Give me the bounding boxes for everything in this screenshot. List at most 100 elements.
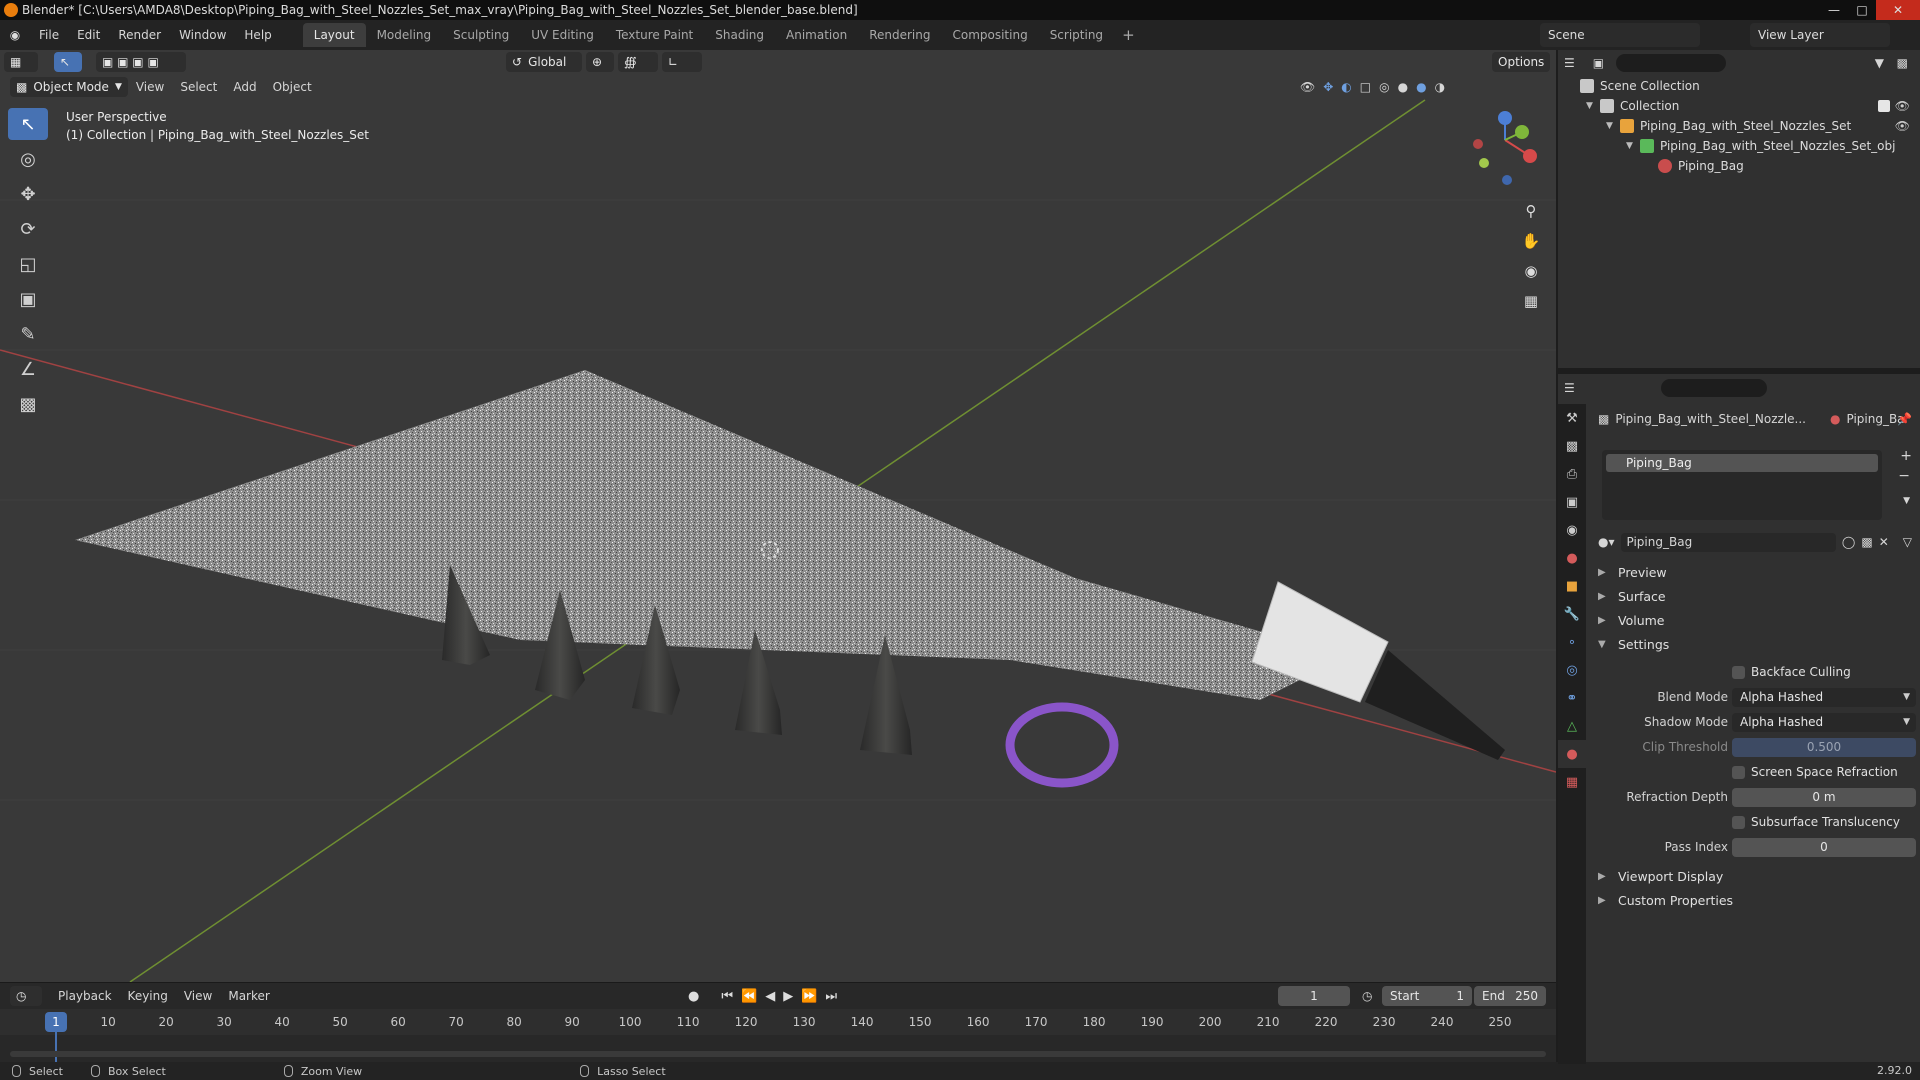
- tool-tab-icon[interactable]: ⚒: [1558, 404, 1586, 432]
- properties-editor-type-icon[interactable]: ☰: [1564, 381, 1575, 395]
- eye-icon[interactable]: 👁: [1895, 99, 1910, 113]
- properties-search-input[interactable]: [1660, 379, 1767, 397]
- constraints-tab-icon[interactable]: ⚭: [1558, 684, 1586, 712]
- material-browse-icon[interactable]: ●▾: [1598, 535, 1615, 549]
- render-tab-icon[interactable]: ▩: [1558, 432, 1586, 460]
- orientation-dropdown[interactable]: ↺ Global: [506, 52, 582, 72]
- minimize-icon[interactable]: —: [1820, 0, 1848, 20]
- select-mode-button[interactable]: ↖: [54, 52, 82, 72]
- material-name-field[interactable]: Piping_Bag: [1620, 532, 1836, 552]
- new-collection-icon[interactable]: ▩: [1897, 56, 1908, 70]
- panel-viewport-display[interactable]: ▶ Viewport Display: [1598, 866, 1723, 886]
- annotate-tool-icon[interactable]: ✎: [8, 318, 48, 350]
- filter-icon[interactable]: ▼: [1875, 56, 1884, 70]
- scene-tab-icon[interactable]: ◉: [1558, 516, 1586, 544]
- xray-icon[interactable]: □: [1360, 80, 1371, 94]
- outliner-row-scene-collection[interactable]: Scene Collection: [1558, 76, 1920, 96]
- fake-user-icon[interactable]: ◯: [1842, 535, 1855, 549]
- view-layer-selector[interactable]: View Layer: [1750, 23, 1890, 47]
- remove-slot-icon[interactable]: −: [1898, 468, 1910, 484]
- modifier-tab-icon[interactable]: 🔧: [1558, 600, 1586, 628]
- view-layer-tab-icon[interactable]: ▣: [1558, 488, 1586, 516]
- tab-rendering[interactable]: Rendering: [858, 23, 941, 47]
- ssr-checkbox[interactable]: Screen Space Refraction: [1732, 765, 1898, 779]
- editor-type-button[interactable]: ▦: [4, 52, 38, 72]
- next-keyframe-icon[interactable]: ⏩: [801, 989, 817, 1004]
- start-frame-field[interactable]: Start 1: [1382, 986, 1472, 1006]
- current-frame-indicator[interactable]: 1: [45, 1012, 67, 1032]
- timeline-menu-view[interactable]: View: [176, 989, 220, 1003]
- menu-window[interactable]: Window: [170, 20, 235, 50]
- material-shading-icon[interactable]: ●: [1416, 80, 1426, 94]
- rendered-shading-icon[interactable]: ◑: [1435, 80, 1445, 94]
- backface-culling-checkbox[interactable]: Backface Culling: [1732, 665, 1851, 679]
- tab-texture-paint[interactable]: Texture Paint: [605, 23, 704, 47]
- cursor-tool-icon[interactable]: ◎: [8, 143, 48, 175]
- rotate-tool-icon[interactable]: ⟳: [8, 213, 48, 245]
- tab-animation[interactable]: Animation: [775, 23, 858, 47]
- zoom-icon[interactable]: ⚲: [1518, 198, 1544, 224]
- data-tab-icon[interactable]: △: [1558, 712, 1586, 740]
- material-slot-item[interactable]: Piping_Bag: [1606, 454, 1878, 472]
- timeline-menu-marker[interactable]: Marker: [220, 989, 277, 1003]
- slot-specials-icon[interactable]: ▼: [1903, 496, 1910, 506]
- tab-uv-editing[interactable]: UV Editing: [520, 23, 605, 47]
- proportional-edit-icon[interactable]: ∟: [662, 52, 702, 72]
- outliner-editor-type-icon[interactable]: ☰: [1564, 56, 1575, 70]
- tab-sculpting[interactable]: Sculpting: [442, 23, 520, 47]
- 3d-viewport[interactable]: ▦ ↖ ▣ ▣ ▣ ▣ ↺ Global ⊕ ∰ ∟ Options ▩ Obj…: [0, 50, 1556, 982]
- panel-volume[interactable]: ▶ Volume: [1598, 610, 1665, 630]
- close-icon[interactable]: ✕: [1876, 0, 1920, 20]
- output-tab-icon[interactable]: ⎙: [1558, 460, 1586, 488]
- refraction-depth-field[interactable]: 0 m: [1732, 787, 1916, 807]
- pin-icon[interactable]: 📌: [1897, 412, 1912, 426]
- duplicate-material-icon[interactable]: ▩: [1861, 535, 1872, 549]
- clock-icon[interactable]: ◷: [1362, 989, 1372, 1003]
- blend-mode-dropdown[interactable]: Alpha Hashed ▼: [1732, 687, 1916, 707]
- maximize-icon[interactable]: □: [1848, 0, 1876, 20]
- timeline-editor-type-icon[interactable]: ◷: [10, 986, 42, 1006]
- hand-icon[interactable]: ✋: [1518, 228, 1544, 254]
- snap-icon[interactable]: ∰: [618, 52, 658, 72]
- timeline-ruler[interactable]: 10 20 30 40 50 60 70 80 90 100 110 120 130 140 150 160 1…: [0, 1009, 1556, 1062]
- expand-arrow-icon[interactable]: ▼: [1606, 121, 1620, 131]
- particles-tab-icon[interactable]: ∘: [1558, 628, 1586, 656]
- material-slot-list[interactable]: Piping_Bag: [1602, 450, 1882, 520]
- unlink-material-icon[interactable]: ✕: [1879, 535, 1889, 549]
- add-slot-icon[interactable]: +: [1900, 448, 1912, 464]
- tab-modeling[interactable]: Modeling: [366, 23, 443, 47]
- jump-start-icon[interactable]: ⏮: [721, 989, 733, 1004]
- viewport-menu-object[interactable]: Object: [265, 80, 320, 94]
- subsurface-checkbox[interactable]: Subsurface Translucency: [1732, 815, 1900, 829]
- gizmo-icon[interactable]: ✥: [1323, 80, 1333, 94]
- tab-scripting[interactable]: Scripting: [1039, 23, 1114, 47]
- selection-modes[interactable]: ▣ ▣ ▣ ▣: [96, 52, 186, 72]
- panel-settings[interactable]: ▼ Settings: [1598, 634, 1669, 654]
- panel-preview[interactable]: ▶ Preview: [1598, 562, 1667, 582]
- shadow-mode-dropdown[interactable]: Alpha Hashed ▼: [1732, 712, 1916, 732]
- visibility-icon[interactable]: 👁: [1300, 80, 1315, 94]
- viewport-menu-view[interactable]: View: [128, 80, 172, 94]
- viewport-menu-select[interactable]: Select: [172, 80, 225, 94]
- prev-keyframe-icon[interactable]: ⏪: [741, 989, 757, 1004]
- record-icon[interactable]: ●: [688, 989, 699, 1004]
- options-button[interactable]: Options: [1492, 52, 1550, 72]
- panel-custom-properties[interactable]: ▶ Custom Properties: [1598, 890, 1733, 910]
- menu-help[interactable]: Help: [235, 20, 280, 50]
- expand-arrow-icon[interactable]: ▼: [1626, 141, 1640, 151]
- solid-shading-icon[interactable]: ●: [1398, 80, 1408, 94]
- add-cube-tool-icon[interactable]: ▩: [8, 388, 48, 420]
- play-reverse-icon[interactable]: ◀: [765, 989, 775, 1004]
- eye-icon[interactable]: 👁: [1895, 119, 1910, 133]
- object-tab-icon[interactable]: ■: [1558, 572, 1586, 600]
- grid-icon[interactable]: ▦: [1518, 288, 1544, 314]
- tab-shading[interactable]: Shading: [704, 23, 775, 47]
- scale-tool-icon[interactable]: ◱: [8, 248, 48, 280]
- display-mode-icon[interactable]: ▣: [1593, 56, 1604, 70]
- menu-render[interactable]: Render: [109, 20, 170, 50]
- texture-tab-icon[interactable]: ▦: [1558, 768, 1586, 796]
- measure-tool-icon[interactable]: ∠: [8, 353, 48, 385]
- pivot-icon[interactable]: ⊕: [586, 52, 614, 72]
- world-tab-icon[interactable]: ●: [1558, 544, 1586, 572]
- mode-dropdown[interactable]: ▩ Object Mode ▼: [10, 77, 128, 97]
